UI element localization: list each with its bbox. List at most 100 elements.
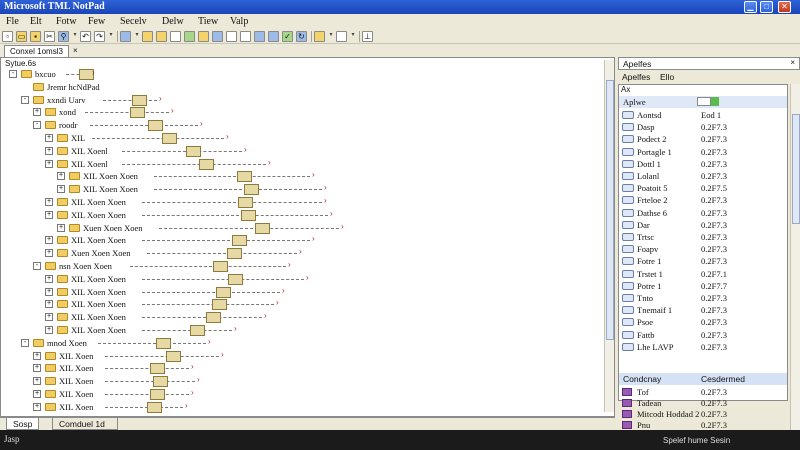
close-button[interactable]: ✕: [778, 1, 791, 13]
tree-node[interactable]: + XIL Xoen Xoen ›: [1, 209, 601, 221]
minimize-button[interactable]: ▁: [744, 1, 757, 13]
attribute-value[interactable]: 0.2F7.3: [701, 220, 727, 230]
attribute-value[interactable]: 0.2F7.3: [701, 330, 727, 340]
node-value-marker-icon[interactable]: [241, 209, 257, 221]
tab-info[interactable]: Ello: [660, 72, 674, 82]
tree-node[interactable]: + XIL Xoenl ›: [1, 158, 601, 170]
dropdown-icon[interactable]: ▾: [72, 31, 78, 42]
attribute-row[interactable]: Dar 0.2F7.3: [619, 219, 787, 231]
collapse-icon[interactable]: -: [33, 262, 41, 270]
node-value-marker-icon[interactable]: [198, 158, 214, 170]
properties-icon[interactable]: [336, 31, 347, 42]
tree-node[interactable]: + XIL Xoen Xoen ›: [1, 196, 601, 208]
tree-node[interactable]: - xxndi Uarv ›: [1, 94, 601, 106]
view-icon[interactable]: [314, 31, 325, 42]
expand-icon[interactable]: +: [45, 159, 53, 168]
expand-icon[interactable]: +: [33, 377, 41, 386]
node-value-marker-icon[interactable]: [238, 197, 253, 208]
dropdown-icon[interactable]: ▾: [350, 31, 356, 42]
expand-icon[interactable]: +: [45, 236, 53, 245]
attribute-row[interactable]: Fattb 0.2F7.3: [619, 329, 787, 341]
tree-vertical-scrollbar[interactable]: [604, 60, 614, 412]
cdata-icon[interactable]: [198, 31, 209, 42]
expand-icon[interactable]: +: [57, 172, 65, 181]
attribute-value[interactable]: 0.2F7.3: [701, 342, 727, 352]
attribute-row[interactable]: Frteloe 2 0.2F7.3: [619, 194, 787, 206]
attribute-value[interactable]: 0.2F7.3: [701, 256, 727, 266]
attribute-row[interactable]: Trstet 1 0.2F7.1: [619, 268, 787, 280]
attribute-row[interactable]: Fotre 1 0.2F7.3: [619, 255, 787, 267]
open-icon[interactable]: ▭: [16, 31, 27, 42]
attribute-value[interactable]: 0.2F7.5: [701, 183, 727, 193]
node-value-marker-icon[interactable]: [231, 235, 247, 247]
maximize-button[interactable]: □: [760, 1, 773, 13]
column-name-header[interactable]: Ax: [621, 85, 630, 94]
expand-icon[interactable]: +: [33, 390, 41, 398]
tag-icon[interactable]: [120, 31, 131, 42]
node-value-marker-icon[interactable]: [215, 286, 231, 298]
expand-icon[interactable]: +: [45, 313, 53, 322]
node-value-marker-icon[interactable]: [147, 120, 163, 132]
attribute-row[interactable]: Dasp 0.2F7.3: [619, 121, 787, 133]
tree-node[interactable]: + XIL Xoen Xoen ›: [1, 170, 601, 183]
move-up-icon[interactable]: [226, 31, 237, 42]
tree-node[interactable]: + XIL Xoenl ›: [1, 145, 601, 157]
attributes-vertical-scrollbar[interactable]: [790, 84, 800, 430]
node-value-marker-icon[interactable]: [149, 363, 165, 375]
attribute-value[interactable]: 0.2F7.3: [701, 171, 727, 181]
expand-icon[interactable]: +: [33, 108, 41, 117]
node-value-marker-icon[interactable]: [237, 171, 253, 183]
attribute-value[interactable]: 0.2F7.3: [701, 293, 727, 303]
collapse-icon[interactable]: -: [21, 95, 29, 104]
close-tab-icon[interactable]: ×: [73, 46, 78, 55]
validate-icon[interactable]: ✓: [282, 31, 293, 42]
close-pane-icon[interactable]: ×: [790, 58, 795, 67]
attribute-value[interactable]: 0.2F7.3: [701, 244, 727, 254]
menu-select[interactable]: Secelv: [120, 16, 147, 27]
search-icon[interactable]: ⚲: [58, 31, 69, 42]
expand-icon[interactable]: +: [45, 198, 53, 206]
expand-icon[interactable]: +: [45, 134, 53, 142]
expand-icon[interactable]: +: [45, 287, 53, 296]
node-value-marker-icon[interactable]: [165, 350, 181, 362]
collapse-icon[interactable]: -: [21, 338, 29, 347]
tree-node[interactable]: - bxcuo ›: [1, 68, 601, 80]
attribute-row[interactable]: Podect 2 0.2F7.3: [619, 133, 787, 145]
attribute-row[interactable]: Lhe LAVP 0.2F7.3: [619, 341, 787, 353]
undo-icon[interactable]: ↶: [80, 31, 91, 42]
new-icon[interactable]: ▫: [2, 31, 13, 42]
node-value-marker-icon[interactable]: [186, 145, 201, 157]
attribute-row[interactable]: Portagle 1 0.2F7.3: [619, 146, 787, 158]
node-value-marker-icon[interactable]: [149, 389, 165, 400]
attribute-icon[interactable]: [156, 31, 167, 42]
dropdown-icon[interactable]: ▾: [108, 31, 114, 42]
attribute-value[interactable]: 0.2F7.3: [701, 147, 727, 157]
tree-node[interactable]: Jremr hcNdPad: [1, 81, 601, 93]
move-down-icon[interactable]: [240, 31, 251, 42]
tree-node[interactable]: + XIL Xoen Xoen ›: [1, 273, 601, 285]
tree-node[interactable]: + XIL Xoen Xoen ›: [1, 324, 601, 336]
tree-node[interactable]: + Xuen Xoen Xoen ›: [1, 222, 601, 234]
menu-help[interactable]: Valp: [230, 16, 248, 27]
expand-icon[interactable]: +: [45, 300, 53, 309]
tree-node[interactable]: + XIL Xoen ›: [1, 401, 601, 413]
redo-icon[interactable]: ↷: [94, 31, 105, 42]
node-value-marker-icon[interactable]: [213, 261, 229, 272]
menu-tools[interactable]: Tiew: [198, 16, 218, 27]
attribute-value[interactable]: 0.2F7.3: [701, 134, 727, 144]
attribute-row[interactable]: Potre 1 0.2F7.7: [619, 280, 787, 292]
attribute-value[interactable]: Eod 1: [701, 110, 721, 120]
node-value-marker-icon[interactable]: [146, 401, 162, 413]
expand-icon[interactable]: +: [33, 364, 41, 373]
pi-icon[interactable]: [212, 31, 223, 42]
expand-icon[interactable]: +: [33, 402, 41, 411]
tab-content[interactable]: Comduel 1d: [52, 418, 118, 430]
collapse-icon[interactable]: -: [9, 70, 17, 78]
node-value-marker-icon[interactable]: [153, 376, 168, 388]
dropdown-icon[interactable]: ▾: [134, 31, 140, 42]
node-value-marker-icon[interactable]: [155, 337, 171, 349]
attribute-row[interactable]: Poatoit 5 0.2F7.5: [619, 182, 787, 194]
menu-file[interactable]: Fle: [6, 16, 19, 27]
attribute-value[interactable]: 0.2F7.3: [701, 122, 727, 132]
commit-edit-icon[interactable]: [711, 97, 719, 106]
